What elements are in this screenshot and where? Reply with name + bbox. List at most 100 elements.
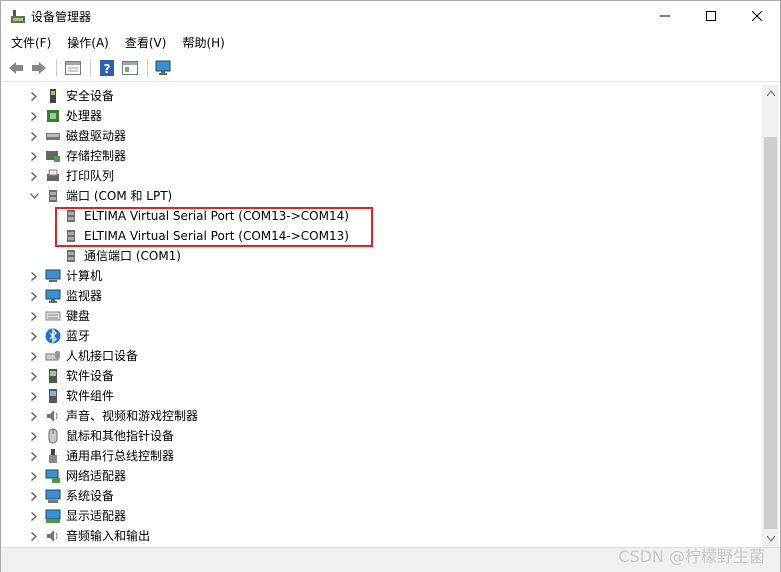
device-category[interactable]: 磁盘驱动器	[1, 126, 762, 146]
vertical-scrollbar[interactable]	[762, 85, 779, 547]
keyboard-icon	[45, 308, 61, 324]
menu-view[interactable]: 查看(V)	[117, 33, 175, 53]
chevron-right-icon[interactable]	[29, 130, 39, 142]
help-icon: ?	[100, 59, 114, 76]
tree-item-label: 监视器	[66, 289, 103, 303]
device-category[interactable]: 蓝牙	[1, 326, 762, 346]
chevron-right-icon[interactable]	[29, 350, 39, 362]
help-button[interactable]: ?	[96, 57, 118, 79]
monitor-icon	[155, 60, 171, 75]
device-item[interactable]: 通信端口 (COM1)	[1, 246, 762, 266]
device-category[interactable]: 监视器	[1, 286, 762, 306]
tree-item-label: 键盘	[66, 309, 91, 323]
close-button[interactable]	[734, 1, 780, 31]
device-category[interactable]: 安全设备	[1, 86, 762, 106]
device-manager-app-icon	[10, 9, 26, 25]
monitor-icon	[45, 288, 61, 304]
sound-icon	[45, 408, 61, 424]
chevron-right-icon[interactable]	[29, 430, 39, 442]
chevron-right-icon[interactable]	[29, 490, 39, 502]
forward-button[interactable]	[28, 57, 50, 79]
back-button[interactable]	[5, 57, 27, 79]
chevron-right-icon[interactable]	[29, 310, 39, 322]
menu-help[interactable]: 帮助(H)	[174, 33, 232, 53]
chevron-right-icon[interactable]	[29, 510, 39, 522]
tree-item-label: 软件设备	[66, 369, 115, 383]
tree-item-label: 通用串行总线控制器	[66, 449, 175, 463]
chevron-right-icon[interactable]	[29, 290, 39, 302]
chevron-right-icon[interactable]	[29, 90, 39, 102]
device-category[interactable]: 软件组件	[1, 386, 762, 406]
display-adapter-icon	[45, 508, 61, 524]
menu-file[interactable]: 文件(F)	[1, 33, 59, 53]
tree-item-label: 网络适配器	[66, 469, 127, 483]
device-category[interactable]: 鼠标和其他指针设备	[1, 426, 762, 446]
chevron-right-icon[interactable]	[29, 170, 39, 182]
chevron-right-icon[interactable]	[29, 370, 39, 382]
tree-item-label: 显示适配器	[66, 509, 127, 523]
scroll-up-button[interactable]	[762, 85, 779, 102]
toolbar-separator	[90, 58, 91, 77]
device-category[interactable]: 处理器	[1, 106, 762, 126]
tree-item-label: 处理器	[66, 109, 103, 123]
tree-item-label: 计算机	[66, 269, 103, 283]
tree-item-label: 系统设备	[66, 489, 115, 503]
chevron-right-icon[interactable]	[29, 110, 39, 122]
close-icon	[752, 11, 762, 21]
device-category[interactable]: 键盘	[1, 306, 762, 326]
minimize-button[interactable]	[642, 1, 688, 31]
chevron-right-icon[interactable]	[29, 470, 39, 482]
chevron-up-icon	[766, 91, 775, 96]
processor-icon	[45, 108, 61, 124]
device-category[interactable]: 软件设备	[1, 366, 762, 386]
software-device-icon	[45, 368, 61, 384]
properties-button[interactable]	[62, 57, 84, 79]
chevron-right-icon[interactable]	[29, 390, 39, 402]
security-device-icon	[45, 88, 61, 104]
chevron-right-icon[interactable]	[29, 330, 39, 342]
chevron-down-icon[interactable]	[29, 190, 39, 202]
device-category[interactable]: 端口 (COM 和 LPT)	[1, 186, 762, 206]
title-bar: 设备管理器	[1, 1, 780, 31]
port-icon	[63, 248, 79, 264]
menu-action[interactable]: 操作(A)	[59, 33, 117, 53]
device-category[interactable]: 通用串行总线控制器	[1, 446, 762, 466]
chevron-right-icon[interactable]	[29, 270, 39, 282]
toolbar-separator	[56, 58, 57, 77]
computer-icon	[45, 268, 61, 284]
chevron-right-icon[interactable]	[29, 150, 39, 162]
tree-item-label: 声音、视频和游戏控制器	[66, 409, 199, 423]
software-component-icon	[45, 388, 61, 404]
tree-item-label: 音频输入和输出	[66, 529, 151, 543]
device-category[interactable]: 人机接口设备	[1, 346, 762, 366]
device-category[interactable]: 打印队列	[1, 166, 762, 186]
toolbar-separator	[147, 58, 148, 77]
device-category[interactable]: 存储控制器	[1, 146, 762, 166]
chevron-right-icon[interactable]	[29, 450, 39, 462]
window-title: 设备管理器	[31, 10, 92, 24]
scan-hardware-button[interactable]	[153, 57, 175, 79]
device-category[interactable]: 显示适配器	[1, 506, 762, 526]
device-category[interactable]: 网络适配器	[1, 466, 762, 486]
mouse-icon	[45, 428, 61, 444]
hid-icon	[45, 348, 61, 364]
maximize-icon	[706, 11, 716, 21]
tree-item-label: 磁盘驱动器	[66, 129, 127, 143]
tree-item-label: 鼠标和其他指针设备	[66, 429, 175, 443]
view-button[interactable]	[119, 57, 141, 79]
scroll-thumb[interactable]	[764, 137, 777, 529]
view-icon	[122, 60, 138, 75]
watermark: CSDN @柠檬野生菌	[618, 547, 765, 566]
chevron-right-icon[interactable]	[29, 530, 39, 542]
print-queue-icon	[45, 168, 61, 184]
svg-text:?: ?	[104, 62, 111, 76]
device-category[interactable]: 系统设备	[1, 486, 762, 506]
device-category[interactable]: 计算机	[1, 266, 762, 286]
highlight-box	[55, 207, 373, 247]
usb-icon	[45, 448, 61, 464]
maximize-button[interactable]	[688, 1, 734, 31]
tree-item-label: 蓝牙	[66, 329, 91, 343]
device-category[interactable]: 声音、视频和游戏控制器	[1, 406, 762, 426]
chevron-right-icon[interactable]	[29, 410, 39, 422]
network-adapter-icon	[45, 468, 61, 484]
